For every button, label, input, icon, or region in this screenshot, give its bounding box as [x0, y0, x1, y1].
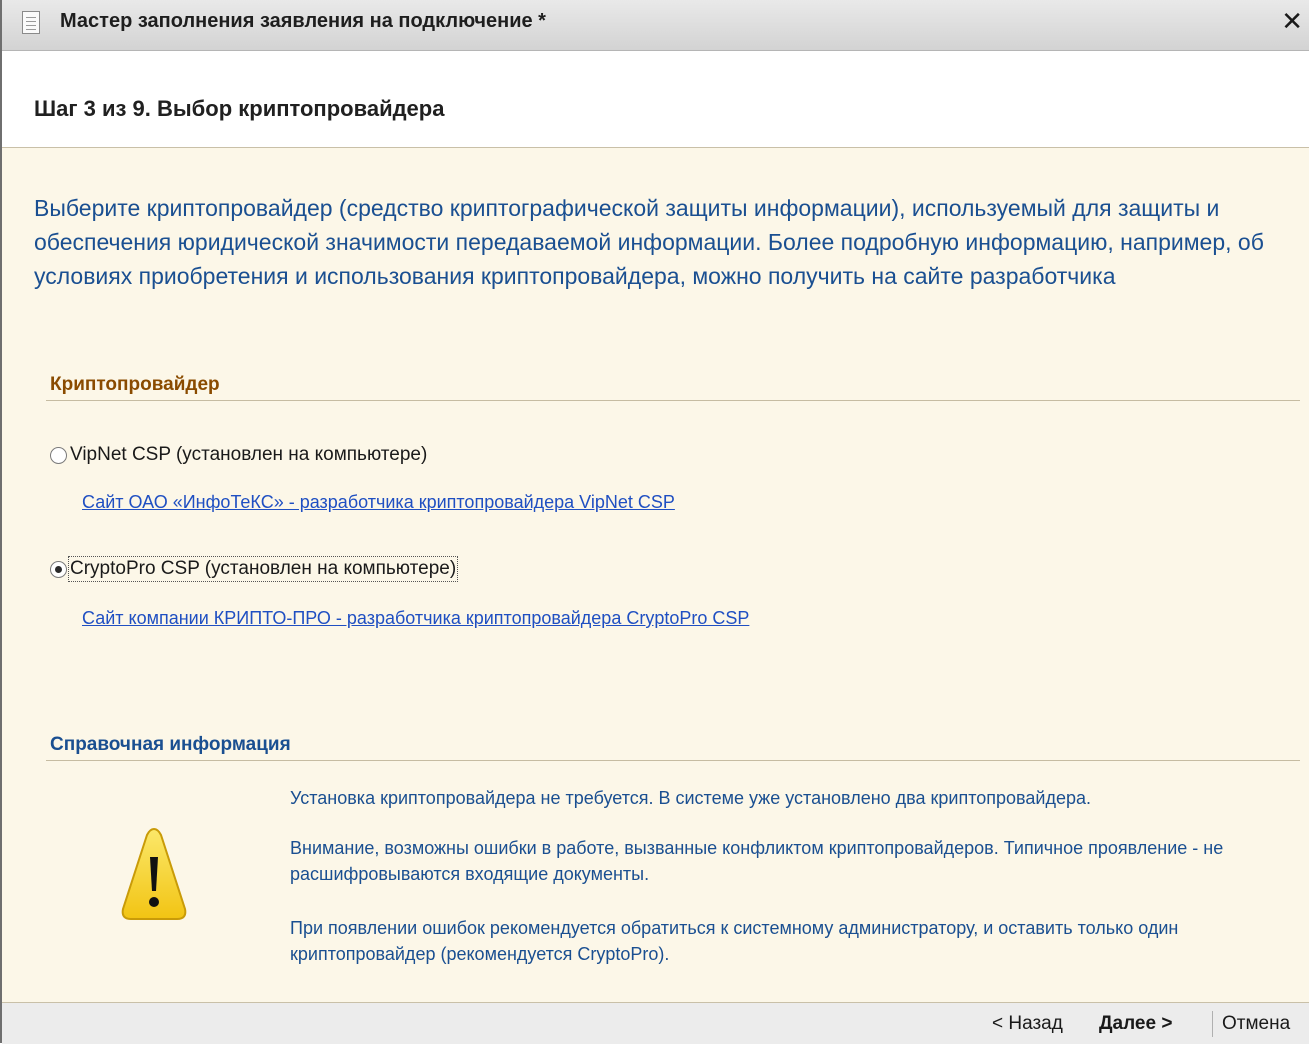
window-title: Мастер заполнения заявления на подключен…	[60, 10, 546, 32]
title-bar[interactable]: Мастер заполнения заявления на подключен…	[2, 0, 1309, 51]
info-message-recommendation: При появлении ошибок рекомендуется обрат…	[290, 918, 1179, 964]
footer-separator	[1212, 1011, 1213, 1037]
next-button[interactable]: Далее >	[1099, 1013, 1172, 1035]
cancel-button[interactable]: Отмена	[1222, 1013, 1290, 1035]
intro-text: Выберите криптопровайдер (средство крипт…	[34, 195, 1264, 289]
info-message-conflict: Внимание, возможны ошибки в работе, вызв…	[290, 838, 1224, 884]
button-bar: < Назад Далее > Отмена	[2, 1002, 1309, 1044]
info-section-label: Справочная информация	[50, 734, 291, 755]
crypto-section-label: Криптопровайдер	[50, 374, 220, 395]
document-icon	[22, 11, 40, 34]
info-message-installed: Установка криптопровайдера не требуется.…	[290, 788, 1091, 808]
radio-option-cryptopro[interactable]: CryptoPro CSP (установлен на компьютере)	[50, 556, 459, 582]
cryptopro-radio-label[interactable]: CryptoPro CSP (установлен на компьютере)	[67, 556, 459, 582]
cryptopro-radio-button[interactable]	[50, 560, 67, 578]
back-button[interactable]: < Назад	[992, 1013, 1063, 1035]
vipnet-radio-label[interactable]: VipNet CSP (установлен на компьютере)	[70, 444, 427, 466]
wizard-window: Мастер заполнения заявления на подключен…	[0, 0, 1309, 1044]
step-header: Шаг 3 из 9. Выбор криптопровайдера	[2, 51, 1309, 148]
step-title: Шаг 3 из 9. Выбор криптопровайдера	[34, 96, 445, 121]
crypto-section-divider	[46, 400, 1300, 401]
info-section-divider	[46, 760, 1300, 761]
vipnet-developer-link[interactable]: Сайт ОАО «ИнфоТеКС» - разработчика крипт…	[82, 492, 675, 513]
warning-triangle-icon	[121, 827, 187, 920]
radio-option-vipnet[interactable]: VipNet CSP (установлен на компьютере)	[50, 444, 427, 466]
close-icon[interactable]: ✕	[1281, 6, 1303, 36]
cryptopro-developer-link[interactable]: Сайт компании КРИПТО-ПРО - разработчика …	[82, 608, 749, 629]
vipnet-radio-button[interactable]	[50, 446, 67, 464]
